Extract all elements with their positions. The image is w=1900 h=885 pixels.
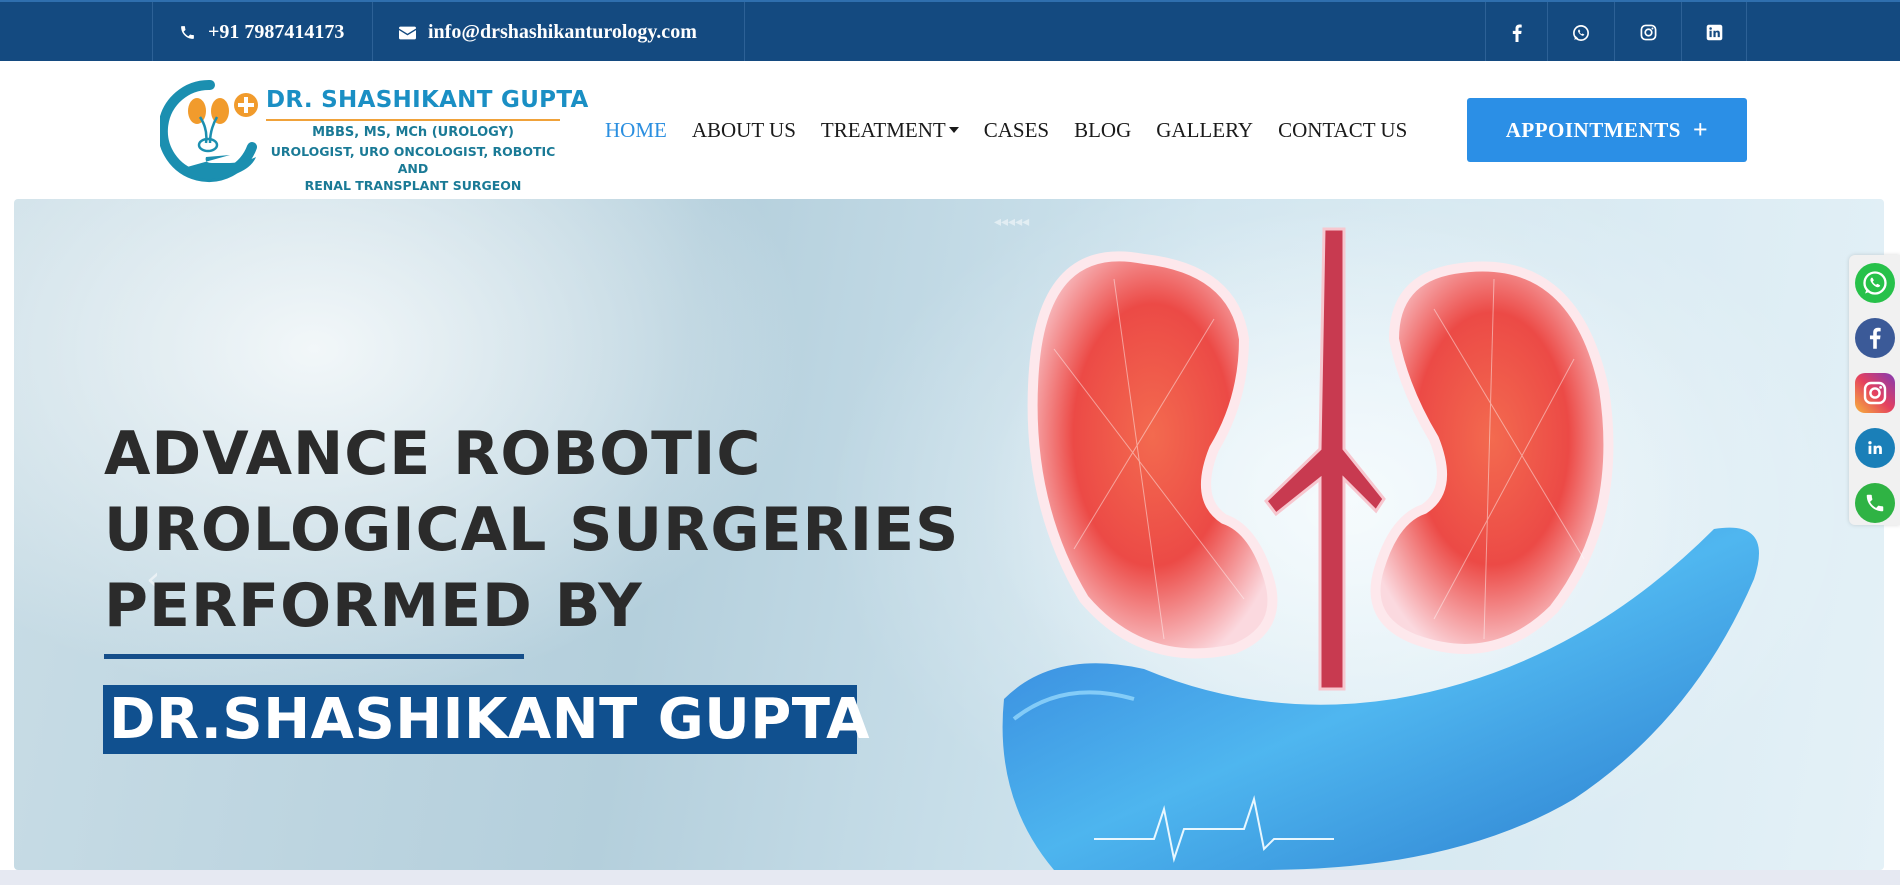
logo-title: DR. SHASHIKANT GUPTA <box>266 87 589 113</box>
phone-contact[interactable]: +91 7987414173 <box>152 2 372 63</box>
facebook-icon <box>1512 24 1522 42</box>
topbar-whatsapp-link[interactable] <box>1547 2 1614 63</box>
svg-text:◂◂◂◂◂: ◂◂◂◂◂ <box>994 214 1029 230</box>
float-whatsapp-link[interactable] <box>1855 263 1895 303</box>
kidney-hand-logo-icon <box>160 79 258 182</box>
hero-heading-line1: ADVANCE ROBOTIC <box>104 419 762 489</box>
phone-number: +91 7987414173 <box>208 21 345 43</box>
plus-icon: + <box>1692 115 1709 144</box>
linkedin-icon <box>1868 441 1882 454</box>
float-facebook-link[interactable] <box>1855 318 1895 358</box>
hero-slider: ◂◂◂◂◂ ‹ ADVANCE ROBOTIC UROLOGICAL SURGE… <box>14 199 1884 870</box>
phone-icon <box>1866 494 1884 512</box>
logo-degrees: MBBS, MS, MCh (UROLOGY) <box>312 125 514 140</box>
nav-contact-us[interactable]: CONTACT US <box>1278 118 1407 143</box>
logo-specialty-line2: RENAL TRANSPLANT SURGEON <box>304 178 522 193</box>
hero-heading-line2: UROLOGICAL SURGERIES <box>104 495 960 565</box>
logo-divider <box>266 119 560 121</box>
site-logo[interactable]: DR. SHASHIKANT GUPTA MBBS, MS, MCh (UROL… <box>160 77 588 193</box>
nav-about-us[interactable]: ABOUT US <box>692 118 796 143</box>
main-nav: HOME ABOUT US TREATMENT CASES BLOG GALLE… <box>605 118 1432 143</box>
logo-specialty: UROLOGIST, URO ONCOLOGIST, ROBOTIC AND R… <box>266 143 560 194</box>
whatsapp-icon <box>1573 24 1589 41</box>
instagram-icon <box>1863 381 1887 405</box>
topbar-linkedin-link[interactable] <box>1681 2 1747 63</box>
appointments-button[interactable]: APPOINTMENTS + <box>1467 98 1747 162</box>
nav-blog[interactable]: BLOG <box>1074 118 1131 143</box>
facebook-icon <box>1869 327 1881 349</box>
phone-icon <box>181 26 194 39</box>
nav-gallery[interactable]: GALLERY <box>1156 118 1253 143</box>
email-address: info@drshashikanturology.com <box>428 21 697 43</box>
whatsapp-icon <box>1863 271 1887 295</box>
site-header: DR. SHASHIKANT GUPTA MBBS, MS, MCh (UROL… <box>0 61 1900 199</box>
appointments-label: APPOINTMENTS <box>1505 117 1681 142</box>
topbar-facebook-link[interactable] <box>1485 2 1547 63</box>
linkedin-icon <box>1706 24 1722 41</box>
bottom-strip <box>0 870 1900 885</box>
hero-divider <box>104 654 524 659</box>
topbar-instagram-link[interactable] <box>1614 2 1681 63</box>
nav-treatment-label: TREATMENT <box>820 118 946 142</box>
envelope-icon <box>399 26 416 39</box>
nav-cases[interactable]: CASES <box>984 118 1049 143</box>
email-contact[interactable]: info@drshashikanturology.com <box>372 2 745 63</box>
caret-down-icon <box>948 127 959 134</box>
hero-heading-line3: PERFORMED BY <box>104 571 643 641</box>
float-instagram-link[interactable] <box>1855 373 1895 413</box>
float-phone-link[interactable] <box>1855 483 1895 523</box>
logo-specialty-line1: UROLOGIST, URO ONCOLOGIST, ROBOTIC AND <box>270 144 556 176</box>
hero-doctor-name: DR.SHASHIKANT GUPTA <box>103 685 869 754</box>
floating-social-bar <box>1849 255 1900 525</box>
float-linkedin-link[interactable] <box>1855 428 1895 468</box>
top-bar: +91 7987414173 info@drshashikanturology.… <box>0 0 1900 63</box>
nav-home[interactable]: HOME <box>605 118 667 143</box>
instagram-icon <box>1640 24 1656 41</box>
nav-treatment[interactable]: TREATMENT <box>821 118 959 143</box>
